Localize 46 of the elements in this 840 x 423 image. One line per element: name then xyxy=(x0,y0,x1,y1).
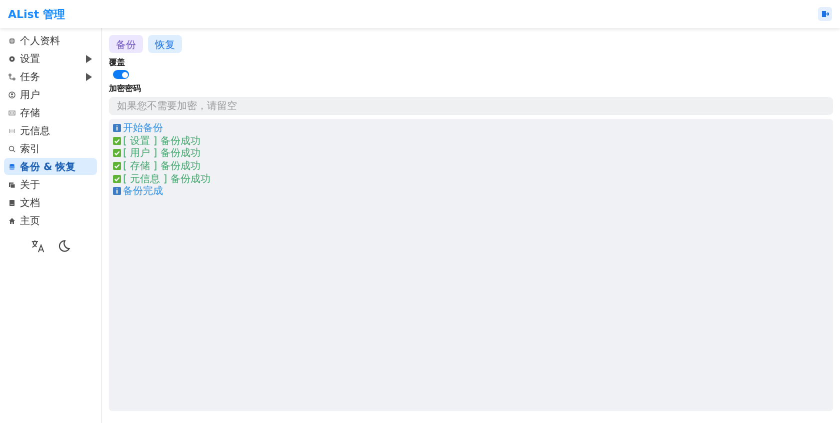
globe-icon xyxy=(8,36,16,44)
check-icon xyxy=(113,149,121,158)
sidebar-item[interactable]: 个人资料 xyxy=(4,32,97,49)
toggle-switch[interactable] xyxy=(113,70,129,79)
app-title: AList 管理 xyxy=(8,6,65,22)
sidebar-item[interactable]: 任务 xyxy=(4,68,97,85)
home-icon xyxy=(8,216,16,224)
log-message: [ 用户 ] 备份成功 xyxy=(123,146,200,160)
expand-arrow-icon[interactable] xyxy=(85,54,93,62)
logout-icon xyxy=(821,10,829,18)
backup-button[interactable]: 备份 xyxy=(109,35,143,53)
sidebar-item[interactable]: 索引 xyxy=(4,140,97,157)
check-icon xyxy=(113,162,121,170)
translate-icon[interactable] xyxy=(30,239,44,253)
log-message: 开始备份 xyxy=(123,122,163,136)
sidebar-item[interactable]: 文档 xyxy=(4,194,97,211)
logout-button[interactable] xyxy=(818,7,832,21)
route-icon xyxy=(8,72,16,80)
sidebar-item[interactable]: 元信息 xyxy=(4,122,97,139)
field-label: 加密密码 xyxy=(109,83,142,94)
sidebar-item[interactable]: 主页 xyxy=(4,212,97,229)
info-icon xyxy=(113,124,121,132)
moon-icon[interactable] xyxy=(56,239,70,253)
user-icon xyxy=(8,90,16,98)
password-field[interactable]: 如果您不需要加密，请留空 xyxy=(109,97,833,115)
restore-button[interactable]: 恢复 xyxy=(148,35,182,53)
log-message: [ 元信息 ] 备份成功 xyxy=(123,172,210,186)
sidebar-item[interactable]: 用户 xyxy=(4,86,97,103)
book-icon xyxy=(8,198,16,206)
expand-arrow-icon[interactable] xyxy=(85,72,93,80)
log-message: [ 存储 ] 备份成功 xyxy=(123,160,200,174)
search-icon xyxy=(8,144,16,152)
copy-icon xyxy=(8,180,16,188)
sidebar-item[interactable]: 备份 & 恢复 xyxy=(4,158,97,175)
log-message: 备份完成 xyxy=(123,184,163,198)
info-icon xyxy=(113,187,121,196)
storage-icon xyxy=(8,108,16,116)
sidebar-item[interactable]: 关于 xyxy=(4,176,97,193)
database-icon xyxy=(8,162,16,170)
check-icon xyxy=(113,136,121,145)
log-message: [ 设置 ] 备份成功 xyxy=(123,134,200,148)
sidebar-item[interactable]: 设置 xyxy=(4,50,97,67)
sidebar-item[interactable]: 存储 xyxy=(4,104,97,121)
field-label: 覆盖 xyxy=(109,57,126,68)
check-icon xyxy=(113,174,121,183)
gear-icon xyxy=(8,54,16,62)
